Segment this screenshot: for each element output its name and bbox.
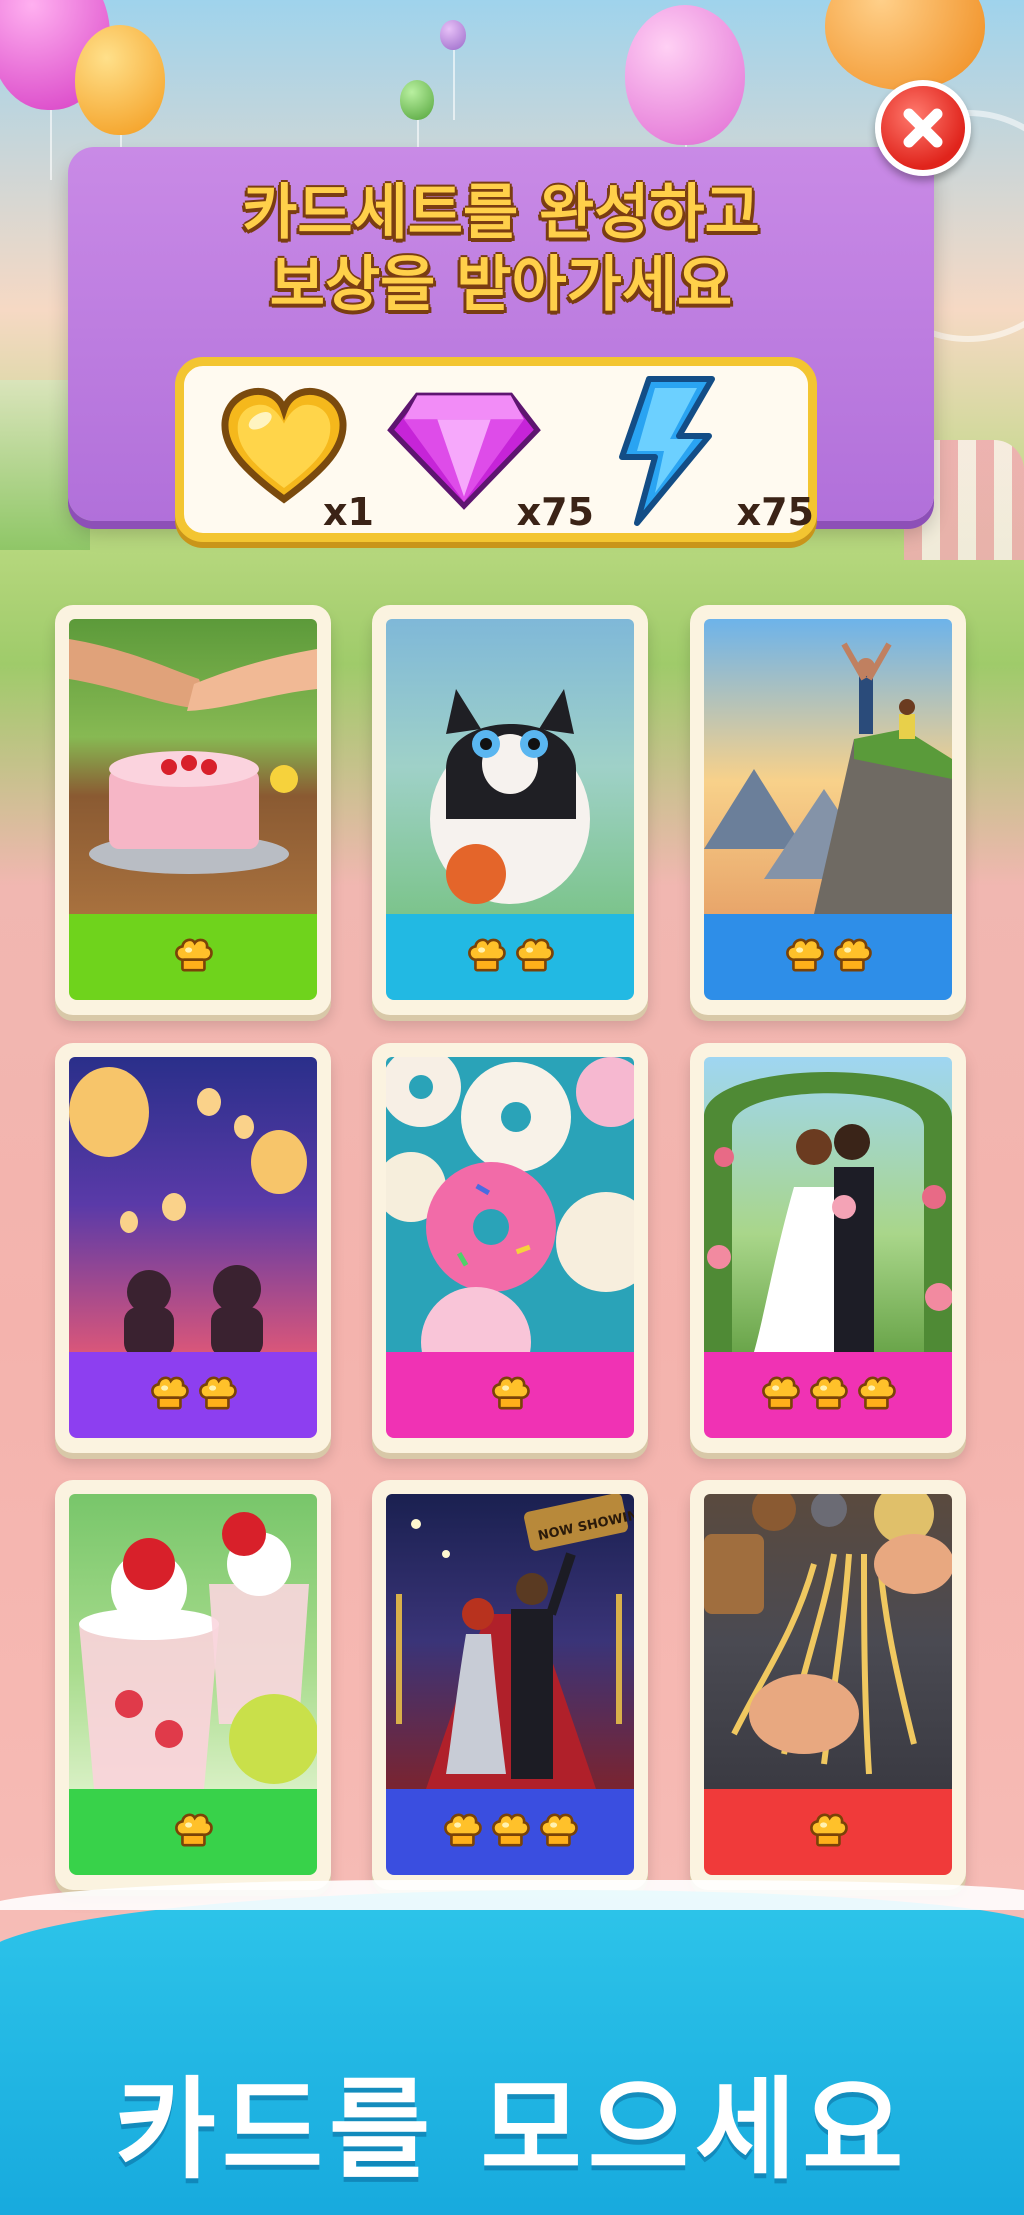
reward-amount: x75 xyxy=(516,490,594,534)
chef-hat-icon xyxy=(492,1376,530,1410)
collection-card[interactable] xyxy=(690,1043,966,1453)
card-art-strawberry-desserts xyxy=(69,1494,317,1789)
card-art-noodles xyxy=(704,1494,952,1789)
chef-hat-icon xyxy=(444,1813,482,1847)
close-icon xyxy=(903,108,943,148)
collection-card[interactable] xyxy=(372,1043,648,1453)
chef-hat-icon xyxy=(516,938,554,972)
card-rarity-band xyxy=(704,914,952,1000)
chef-hat-icon xyxy=(540,1813,578,1847)
panel-title: 카드세트를 완성하고 보상을 받아가세요 xyxy=(68,177,934,321)
card-art-donuts xyxy=(386,1057,634,1352)
card-rarity-band xyxy=(704,1789,952,1875)
lightning-bolt-icon xyxy=(619,376,715,526)
reward-heart: x1 xyxy=(214,376,374,534)
collection-card[interactable] xyxy=(55,605,331,1015)
card-art-red-carpet: NOW SHOWING xyxy=(386,1494,634,1789)
card-rarity-band xyxy=(704,1352,952,1438)
chef-hat-icon xyxy=(786,938,824,972)
card-art-wedding xyxy=(704,1057,952,1352)
close-button[interactable] xyxy=(875,80,971,176)
chef-hat-icon xyxy=(151,1376,189,1410)
rewards-box: x1 x75 x75 xyxy=(175,357,817,542)
collection-card[interactable] xyxy=(55,1043,331,1453)
collection-card[interactable] xyxy=(690,605,966,1015)
card-rarity-band xyxy=(386,1789,634,1875)
balloon-decoration xyxy=(625,5,745,215)
chef-hat-icon xyxy=(834,938,872,972)
game-screen: 카드세트를 완성하고 보상을 받아가세요 x1 x75 x75 NOW SHOW… xyxy=(0,0,1024,2215)
chef-hat-icon xyxy=(492,1813,530,1847)
card-art-handshake-cake xyxy=(69,619,317,914)
card-art-sky-lanterns xyxy=(69,1057,317,1352)
chef-hat-icon xyxy=(858,1376,896,1410)
balloon-decoration xyxy=(825,0,985,160)
balloon-decoration xyxy=(440,20,466,120)
card-rarity-band xyxy=(69,1352,317,1438)
reward-amount: x75 xyxy=(736,490,814,534)
card-art-mountain-hikers xyxy=(704,619,952,914)
tagline: 카드를 모으세요 xyxy=(114,2066,910,2194)
chef-hat-icon xyxy=(762,1376,800,1410)
collection-card[interactable] xyxy=(372,605,648,1015)
collection-card[interactable]: NOW SHOWING xyxy=(372,1480,648,1890)
reward-panel: 카드세트를 완성하고 보상을 받아가세요 x1 x75 x75 xyxy=(68,147,934,542)
collection-card[interactable] xyxy=(690,1480,966,1890)
panel-title-line1: 카드세트를 완성하고 xyxy=(242,178,760,248)
chef-hat-icon xyxy=(468,938,506,972)
chef-hat-icon xyxy=(810,1813,848,1847)
balloon-decoration xyxy=(400,80,434,190)
chef-hat-icon xyxy=(175,1813,213,1847)
chef-hat-icon xyxy=(175,938,213,972)
collection-card[interactable] xyxy=(55,1480,331,1890)
reward-energy: x75 xyxy=(604,376,814,534)
panel-title-line2: 보상을 받아가세요 xyxy=(269,250,733,320)
reward-amount: x1 xyxy=(323,490,374,534)
chef-hat-icon xyxy=(199,1376,237,1410)
card-rarity-band xyxy=(386,1352,634,1438)
balloon-decoration xyxy=(75,25,165,205)
card-rarity-band xyxy=(69,914,317,1000)
card-rarity-band xyxy=(386,914,634,1000)
reward-gem: x75 xyxy=(384,376,594,534)
card-rarity-band xyxy=(69,1789,317,1875)
card-art-cat xyxy=(386,619,634,914)
chef-hat-icon xyxy=(810,1376,848,1410)
